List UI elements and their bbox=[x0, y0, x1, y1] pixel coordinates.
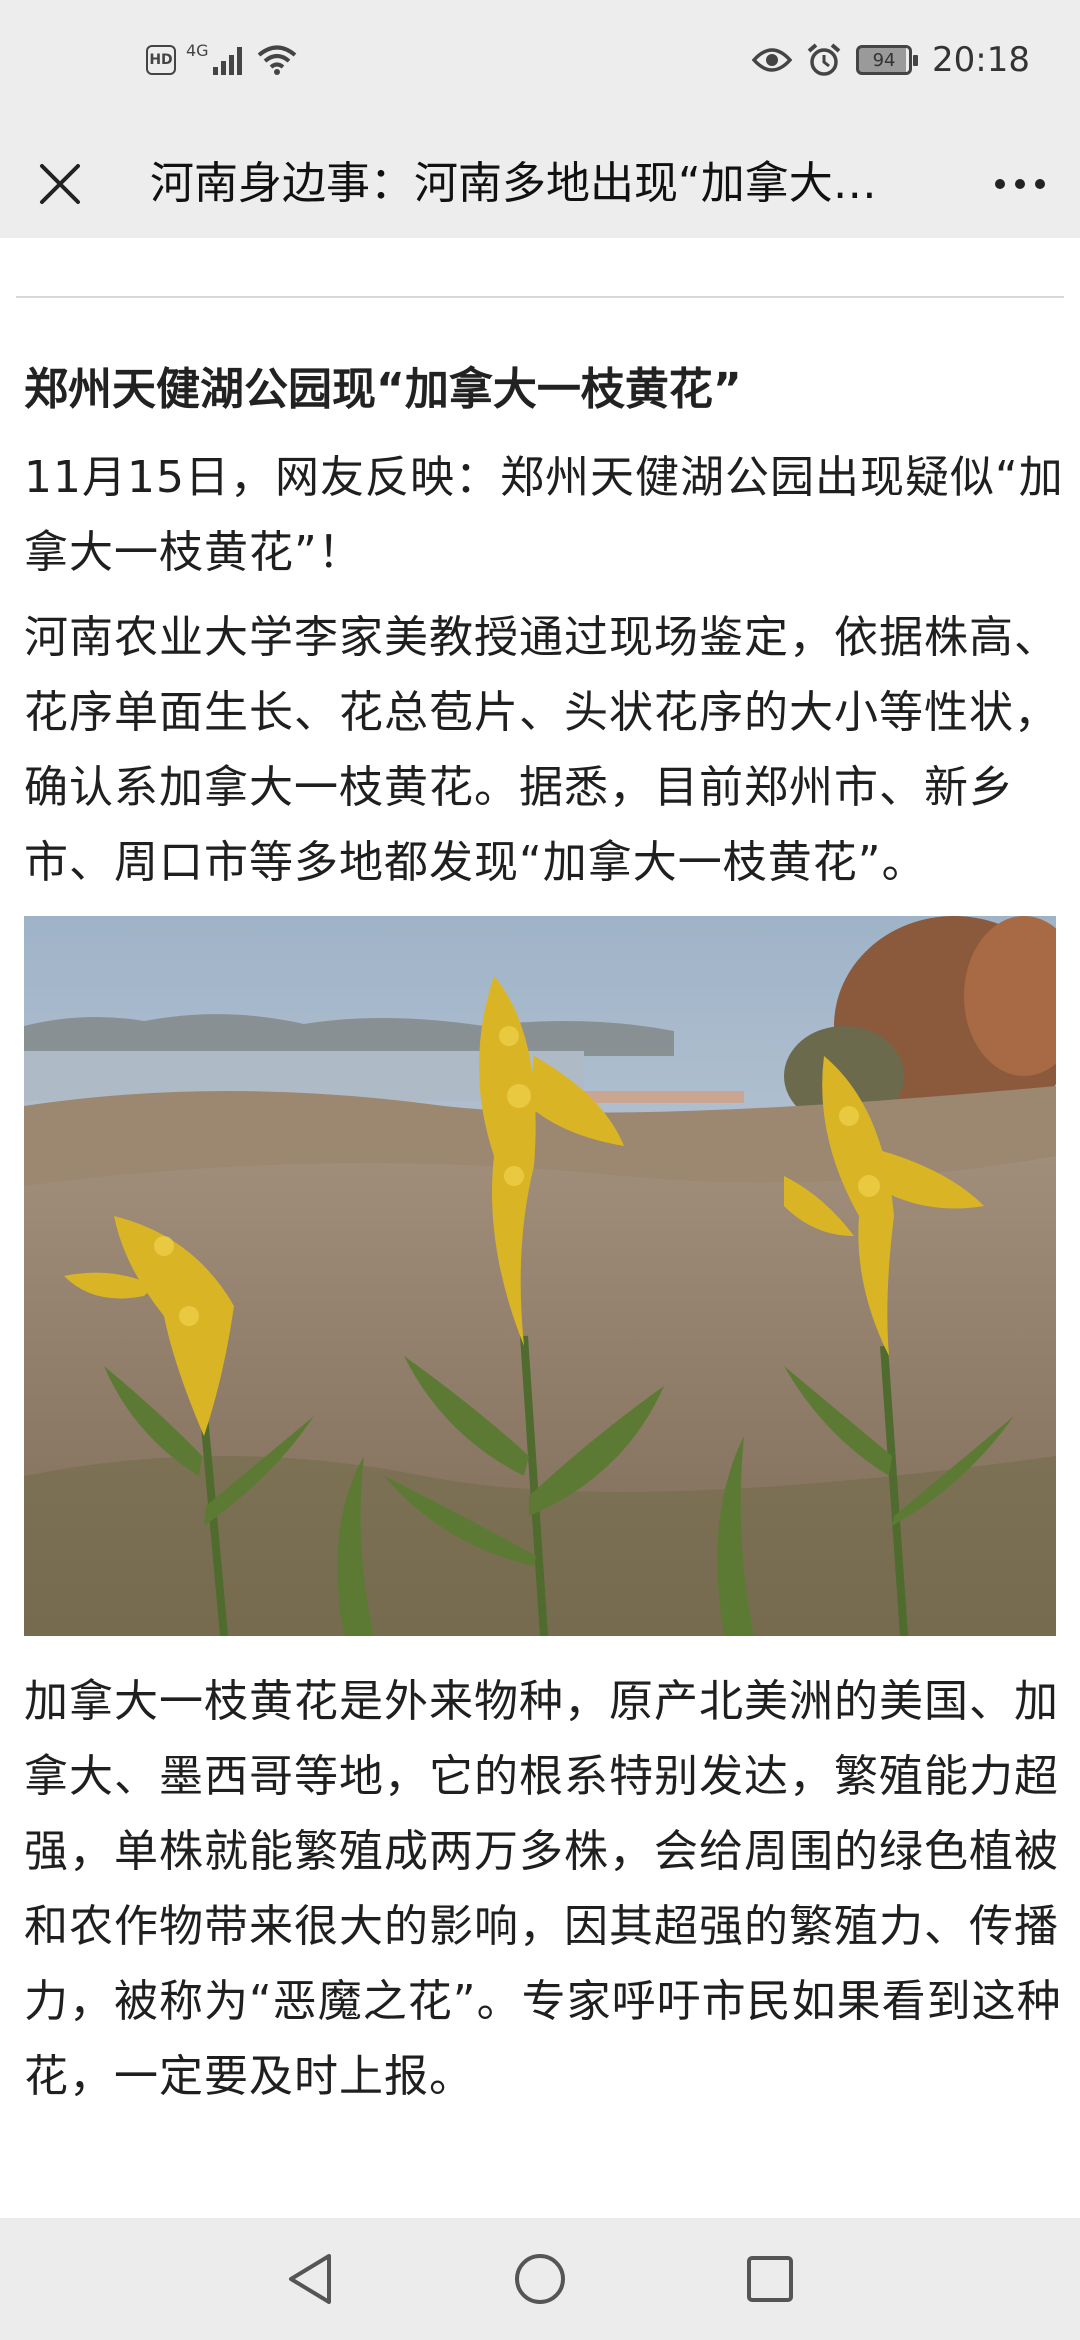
article-body: 郑州天健湖公园现“加拿大一枝黄花” 11月15日，网友反映：郑州天健湖公园出现疑… bbox=[24, 340, 1064, 2124]
article-paragraph-2: 河南农业大学李家美教授通过现场鉴定，依据株高、花序单面生长、花总苞片、头状花序的… bbox=[24, 612, 1059, 888]
recents-square-icon bbox=[747, 2256, 793, 2302]
more-icon bbox=[995, 179, 1045, 189]
battery-level-text: 94 bbox=[872, 49, 896, 71]
clock-time: 20:18 bbox=[932, 40, 1030, 80]
alarm-icon bbox=[807, 43, 841, 76]
goldenrod-photo[interactable] bbox=[24, 916, 1056, 1636]
home-button[interactable] bbox=[510, 2249, 570, 2309]
article-headline: 郑州天健湖公园现“加拿大一枝黄花” bbox=[24, 364, 742, 415]
content-divider bbox=[16, 296, 1064, 298]
status-right: 94 20:18 bbox=[752, 40, 1030, 80]
title-bar: 河南身边事：河南多地出现“加拿大一枝黄花” bbox=[0, 130, 1080, 238]
battery-icon: 94 bbox=[856, 45, 919, 75]
eye-icon bbox=[752, 48, 793, 72]
article-paragraph-3: 加拿大一枝黄花是外来物种，原产北美洲的美国、加拿大、墨西哥等地，它的根系特别发达… bbox=[24, 1676, 1062, 2102]
article-paragraph-1: 11月15日，网友反映：郑州天健湖公园出现疑似“加拿大一枝黄花”！ bbox=[24, 452, 1064, 578]
status-left: HD 4G bbox=[146, 40, 297, 76]
back-button[interactable] bbox=[280, 2249, 340, 2309]
back-triangle-icon bbox=[289, 2254, 331, 2304]
home-circle-icon bbox=[515, 2254, 565, 2304]
wifi-icon bbox=[257, 45, 296, 75]
close-icon bbox=[40, 164, 80, 204]
system-navigation-bar bbox=[0, 2218, 1080, 2340]
recents-button[interactable] bbox=[740, 2249, 800, 2309]
status-bar: HD 4G 94 20:18 bbox=[0, 0, 1080, 130]
network-type-label: 4G bbox=[186, 40, 209, 60]
hd-badge: HD bbox=[146, 45, 176, 75]
signal-icon bbox=[212, 47, 242, 75]
close-button[interactable] bbox=[26, 150, 94, 218]
page-title: 河南身边事：河南多地出现“加拿大一枝黄花” bbox=[150, 158, 920, 209]
more-options-button[interactable] bbox=[986, 150, 1054, 218]
